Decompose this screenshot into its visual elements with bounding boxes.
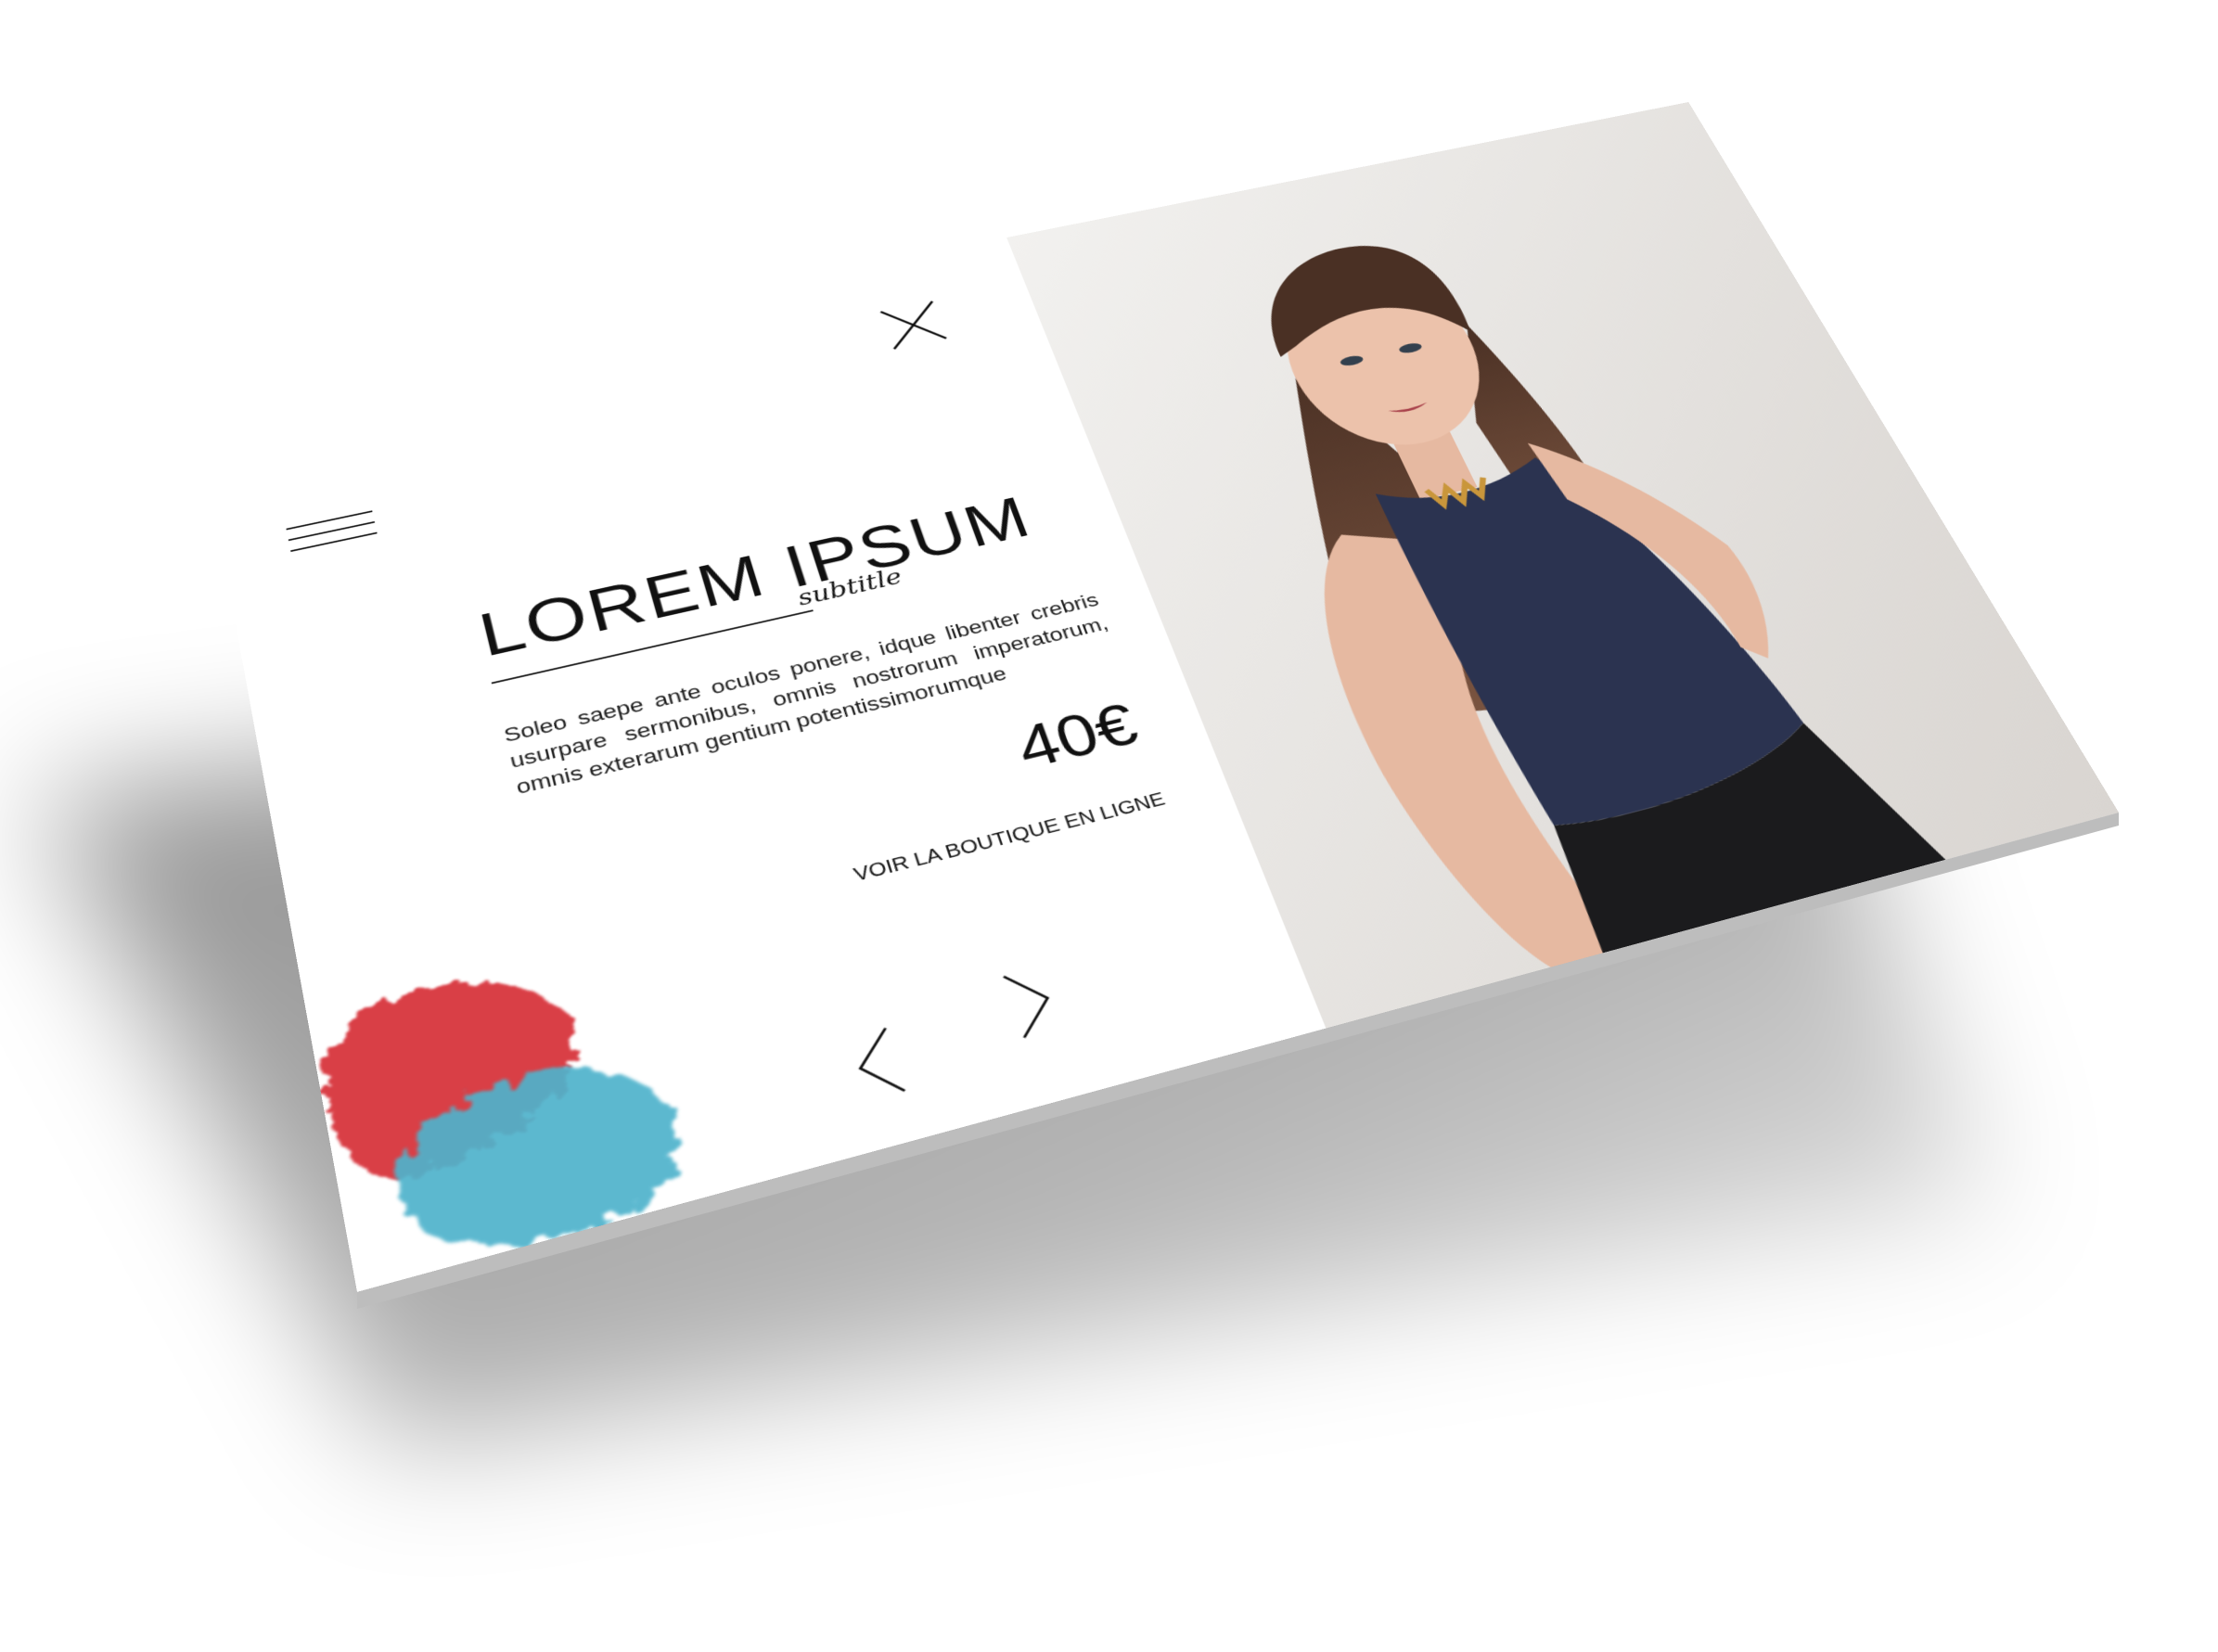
shop-online-link[interactable]: VOIR LA BOUTIQUE EN LIGNE	[748, 789, 1169, 913]
mockup-stage: LOREM IPSUM subtitle Soleo saepe ante oc…	[0, 0, 2218, 1652]
chevron-left-icon[interactable]	[838, 1018, 919, 1111]
chevron-right-icon[interactable]	[990, 957, 1071, 1048]
close-icon[interactable]	[871, 294, 956, 356]
hamburger-menu-icon[interactable]	[286, 510, 379, 563]
product-price: 40€	[1007, 690, 1147, 781]
